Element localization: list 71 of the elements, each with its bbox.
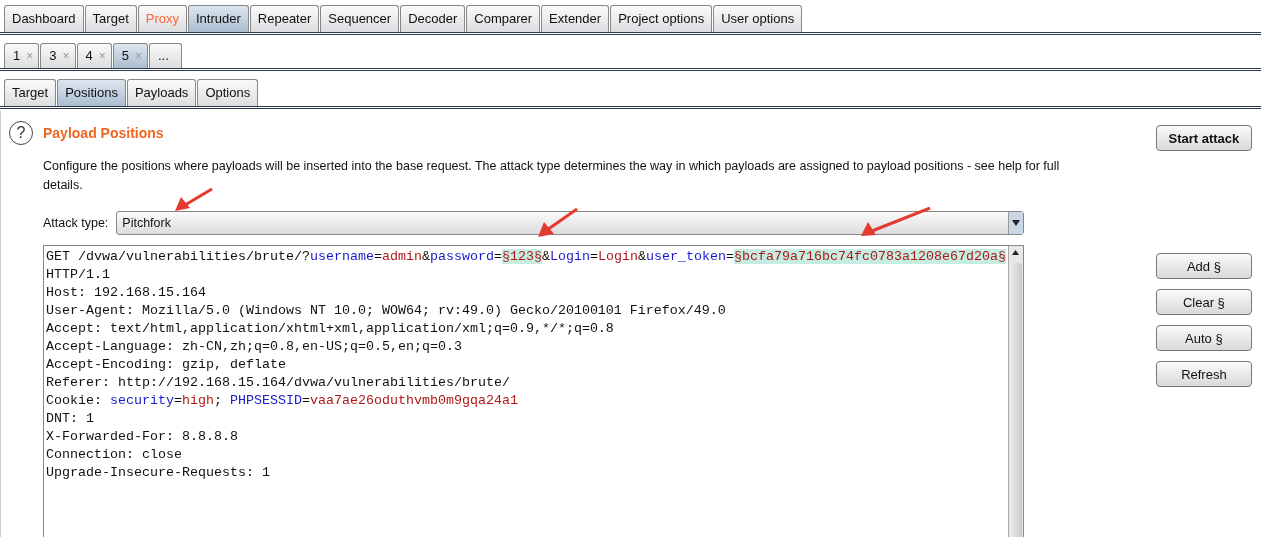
position-button[interactable]: Refresh: [1155, 361, 1252, 387]
scrollbar[interactable]: [1007, 246, 1023, 537]
parameter-value: high: [182, 393, 214, 408]
request-editor[interactable]: [43, 245, 1024, 537]
description: Configure the positions where payloads will be inserted into the base request. The attack type determines the way in which payloads are assigned to payload positions - see help for full details.: [43, 158, 1061, 194]
main-tab[interactable]: Project options: [610, 5, 713, 32]
main-tab[interactable]: Repeater: [249, 5, 320, 32]
sub-tab[interactable]: Payloads: [126, 79, 197, 106]
main-tab[interactable]: Sequencer: [320, 5, 400, 32]
sub-tab[interactable]: Positions: [57, 79, 126, 106]
main-tab[interactable]: User options: [713, 5, 803, 32]
main-tab[interactable]: Target: [84, 5, 137, 32]
scroll-up-icon[interactable]: [1012, 250, 1020, 255]
request-text: X-Forwarded-For: 8.8.8.8: [46, 429, 238, 444]
parameter-name: username: [309, 249, 374, 264]
request-text: =: [174, 393, 182, 408]
request-text: =: [373, 249, 382, 264]
request-text: =: [493, 249, 502, 264]
annotation-arrow: [537, 208, 579, 238]
section-title: Payload Positions: [43, 125, 164, 141]
attack-tab[interactable]: 1 ×: [4, 43, 40, 68]
request-text: Referer: http://192.168.15.164/dvwa/vulnerabilities/brute/: [46, 375, 510, 390]
main-tab[interactable]: Decoder: [400, 5, 466, 32]
request-text: Accept-Language: zh-CN,zh;q=0.8,en-US;q=0.5,en;q=0.3: [46, 339, 462, 354]
attack-type-label: Attack type:: [43, 216, 109, 230]
attack-type-dropdown[interactable]: Pitchfork: [116, 211, 1024, 235]
request-text: &: [637, 249, 646, 264]
request-text: Upgrade-Insecure-Requests: 1: [46, 465, 270, 480]
main-tab[interactable]: Dashboard: [4, 5, 84, 32]
request-text: Cookie:: [46, 393, 103, 408]
position-button[interactable]: Auto §: [1155, 325, 1252, 351]
request-text: Accept-Encoding: gzip, deflate: [46, 357, 286, 372]
sub-tab[interactable]: Options: [197, 79, 259, 106]
payload-marker: §123§: [501, 249, 542, 264]
payload-marker: §bcfa79a716bc74fc0783a1208e67d20a§: [733, 249, 1006, 264]
request-text: HTTP/1.1: [46, 267, 110, 282]
attack-tab[interactable]: 3 ×: [40, 43, 76, 68]
parameter-value: vaa7ae26oduthvmb0m9gqa24a1: [310, 393, 518, 408]
main-tab[interactable]: Intruder: [188, 5, 249, 32]
parameter-value: Login: [597, 249, 638, 264]
request-text: &: [541, 249, 550, 264]
attack-tab[interactable]: 5 ×: [112, 43, 148, 68]
annotation-arrow: [174, 188, 214, 212]
position-button[interactable]: Clear §: [1155, 289, 1252, 315]
request-text: =: [302, 393, 310, 408]
parameter-name: user_token: [645, 249, 726, 264]
request-text: ;: [214, 393, 223, 408]
request-text: &: [421, 249, 430, 264]
parameter-name: password: [429, 249, 494, 264]
parameter-name: security: [110, 393, 174, 408]
main-tab[interactable]: Extender: [541, 5, 610, 32]
parameter-value: admin: [381, 249, 422, 264]
request-text: DNT: 1: [46, 411, 94, 426]
request-text: Accept: text/html,application/xhtml+xml,application/xml;q=0.9,*/*;q=0.8: [46, 321, 614, 336]
request-text: Connection: close: [46, 447, 182, 462]
request-text: =: [725, 249, 734, 264]
sub-tab[interactable]: Target: [4, 79, 57, 106]
scroll-thumb[interactable]: [1009, 263, 1022, 537]
start-attack-button[interactable]: Start attack: [1155, 125, 1252, 151]
attack-tab[interactable]: ...: [149, 43, 182, 68]
annotation-arrow: [860, 207, 932, 237]
main-tab[interactable]: Comparer: [466, 5, 541, 32]
parameter-name: PHPSESSID: [230, 393, 302, 408]
request-text: User-Agent: Mozilla/5.0 (Windows NT 10.0; WOW64; rv:49.0) Gecko/20100101 Firefox/49.0: [46, 303, 726, 318]
request-text: GET /dvwa/vulnerabilities/brute/?: [46, 249, 310, 264]
request-text: Host: 192.168.15.164: [46, 285, 206, 300]
request-text: =: [589, 249, 598, 264]
parameter-name: Login: [549, 249, 590, 264]
caret-icon: [1007, 212, 1023, 234]
attack-tab[interactable]: 4 ×: [76, 43, 112, 68]
position-button[interactable]: Add §: [1155, 253, 1252, 279]
